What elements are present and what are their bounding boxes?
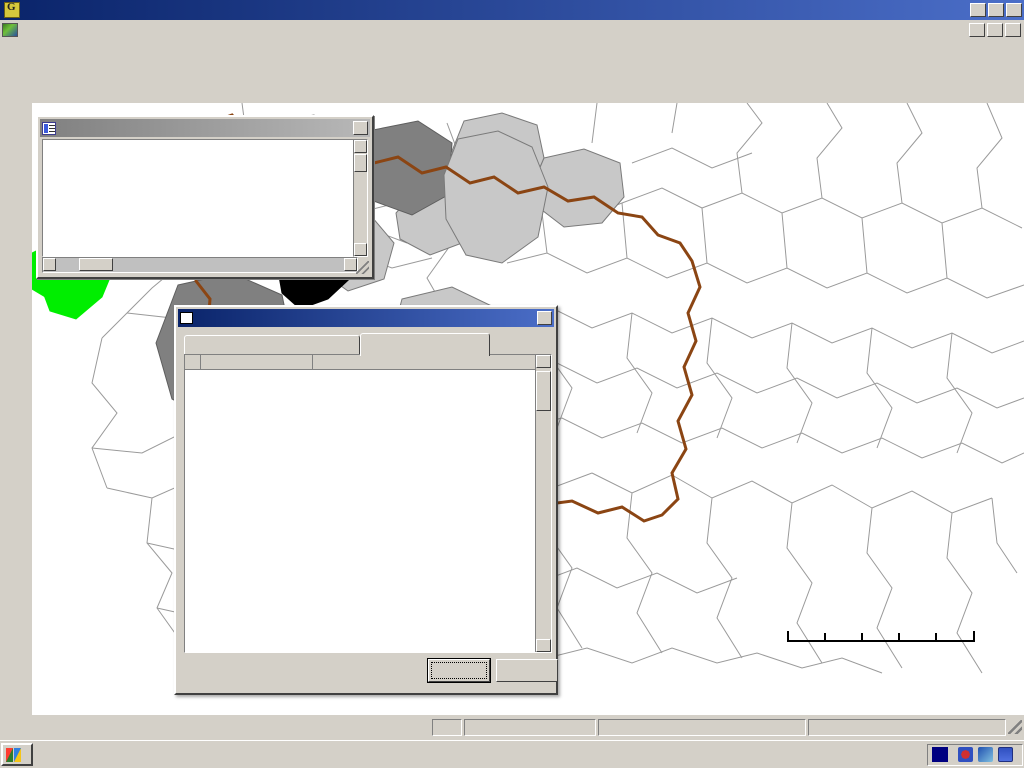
mdi-restore-button[interactable]: [987, 22, 1003, 37]
legend-scroll-down-button[interactable]: [354, 243, 367, 256]
language-indicator[interactable]: [932, 747, 948, 762]
status-panel-2: [464, 718, 596, 736]
map-scalebar: [780, 600, 1010, 640]
geomedia-application-window: [0, 0, 1024, 768]
scalebar-labels: [780, 600, 1010, 616]
menu-item-warehouse[interactable]: [106, 28, 120, 32]
menu-item-edit[interactable]: [36, 28, 50, 32]
grid-scroll-up-button[interactable]: [536, 355, 551, 368]
close-button[interactable]: [1006, 3, 1022, 17]
analysis-toolbar: [0, 71, 1024, 100]
properties-dialog[interactable]: [174, 305, 558, 695]
legend-vertical-scrollbar[interactable]: [353, 139, 368, 257]
legend-entries-list[interactable]: [42, 139, 358, 257]
ok-button[interactable]: [427, 658, 491, 683]
status-panel-3: [598, 718, 806, 736]
minimize-button[interactable]: [970, 3, 986, 17]
column-header-name[interactable]: [201, 355, 313, 370]
attributes-grid-header: [185, 355, 551, 370]
grid-scroll-down-button[interactable]: [536, 639, 551, 652]
legend-titlebar: [40, 119, 370, 137]
taskbar: [0, 740, 1024, 768]
menu-item-window[interactable]: [134, 28, 148, 32]
attributes-grid[interactable]: [184, 354, 552, 653]
legend-scroll-left-button[interactable]: [43, 258, 56, 271]
menu-item-help[interactable]: [148, 28, 162, 32]
maximize-button[interactable]: [988, 3, 1004, 17]
menu-item-analysis[interactable]: [92, 28, 106, 32]
window-controls: [970, 3, 1022, 17]
legend-scroll-up-button[interactable]: [354, 140, 367, 153]
geomedia-icon: [4, 1, 20, 18]
legend-vscroll-thumb[interactable]: [354, 154, 367, 172]
window-titlebar: [0, 0, 1024, 20]
legend-horizontal-scrollbar[interactable]: [42, 257, 358, 273]
legend-hscroll-thumb[interactable]: [79, 258, 113, 271]
standard-toolbar: [0, 42, 1024, 71]
tab-attributes[interactable]: [360, 333, 490, 356]
column-header-value[interactable]: [313, 355, 537, 370]
legend-resize-grip[interactable]: [356, 261, 369, 274]
menu-item-view[interactable]: [50, 28, 64, 32]
mdi-minimize-button[interactable]: [969, 22, 985, 37]
status-resize-grip[interactable]: [1008, 720, 1022, 734]
cancel-button[interactable]: [496, 659, 558, 682]
properties-close-button[interactable]: [537, 311, 552, 325]
grid-vscroll-thumb[interactable]: [536, 371, 551, 411]
menu-item-insert[interactable]: [64, 28, 78, 32]
status-help-text: [2, 719, 430, 736]
menu-bar: [0, 20, 1024, 40]
mdi-close-button[interactable]: [1005, 22, 1021, 37]
mapwindow-icon[interactable]: [2, 22, 18, 37]
battery-icon[interactable]: [998, 747, 1013, 762]
legend-icon: [42, 121, 56, 135]
dialog-buttons: [176, 658, 560, 689]
network-icon[interactable]: [978, 747, 993, 762]
system-tray: [927, 743, 1023, 766]
legend-close-button[interactable]: [353, 121, 368, 135]
status-bar: [0, 717, 1024, 737]
tab-general[interactable]: [184, 335, 360, 355]
attributes-vertical-scrollbar[interactable]: [535, 355, 551, 652]
status-scale: [808, 718, 1006, 736]
grid-corner-cell: [185, 355, 201, 370]
start-button[interactable]: [1, 743, 33, 766]
edit-tools-toolbar: [4, 103, 31, 547]
legend-window[interactable]: [36, 115, 374, 279]
properties-icon: [180, 312, 193, 324]
menu-item-legend[interactable]: [120, 28, 134, 32]
menu-item-file[interactable]: [22, 28, 36, 32]
antivirus-icon[interactable]: [958, 747, 973, 762]
properties-titlebar: [178, 309, 554, 327]
properties-tabstrip: [184, 333, 552, 356]
menu-item-tools[interactable]: [78, 28, 92, 32]
windows-logo-icon: [6, 747, 21, 762]
status-mode: [432, 718, 462, 736]
mdi-window-controls: [969, 22, 1021, 37]
